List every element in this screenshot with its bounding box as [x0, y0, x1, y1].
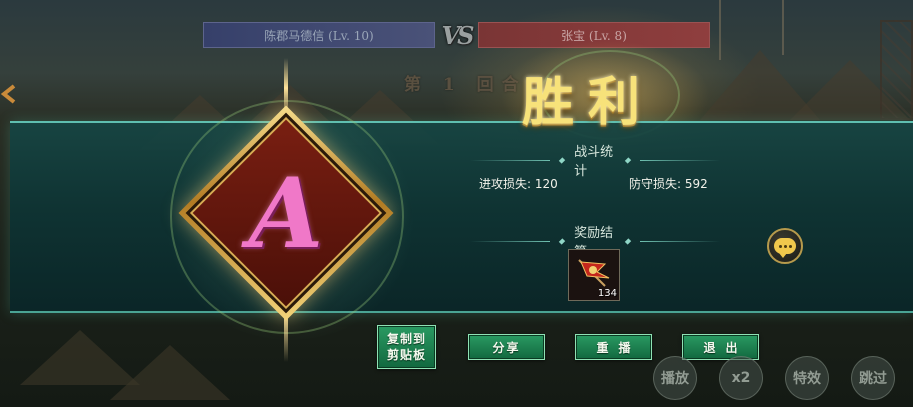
left-player-name: 陈郡马德信 (Lv. 10) — [203, 22, 435, 48]
diamond-icon — [624, 237, 632, 245]
reward-count: 134 — [597, 288, 617, 299]
copy-button-line2: 剪贴板 — [386, 348, 426, 362]
chat-button[interactable] — [767, 228, 803, 264]
share-button[interactable]: 分享 — [468, 334, 545, 360]
result-banner — [10, 121, 913, 313]
defense-loss: 防守损失: 592 — [629, 177, 708, 191]
replay-button[interactable]: 重播 — [575, 334, 652, 360]
tent-decoration — [110, 345, 230, 400]
watchtower — [880, 20, 913, 120]
stats-section-title: 战斗统计 — [574, 145, 614, 179]
chat-bubble-icon — [774, 238, 796, 258]
grade-letter: A — [248, 156, 324, 270]
diamond-icon — [558, 237, 566, 245]
attack-loss: 进攻损失: 120 — [479, 177, 558, 191]
play-button[interactable]: 播放 — [653, 356, 697, 400]
flag-pole — [719, 0, 721, 60]
diamond-icon — [558, 156, 566, 164]
skip-button[interactable]: 跳过 — [851, 356, 895, 400]
effects-button[interactable]: 特效 — [785, 356, 829, 400]
stats-section-header: 战斗统计 — [470, 141, 720, 179]
divider — [470, 240, 551, 242]
divider — [639, 240, 720, 242]
diamond-icon — [624, 156, 632, 164]
copy-to-clipboard-button[interactable]: 复制到 剪贴板 — [377, 325, 436, 369]
copy-button-line1: 复制到 — [386, 332, 426, 346]
divider — [639, 159, 720, 161]
vs-icon: VS — [441, 20, 475, 50]
collapse-arrow-icon[interactable] — [0, 82, 16, 106]
war-flag-icon — [578, 259, 610, 287]
victory-title: 胜利 — [522, 72, 655, 133]
reward-item[interactable]: 134 — [568, 249, 620, 301]
flag-pole — [782, 0, 784, 55]
divider — [470, 159, 551, 161]
speed-button[interactable]: x2 — [719, 356, 763, 400]
